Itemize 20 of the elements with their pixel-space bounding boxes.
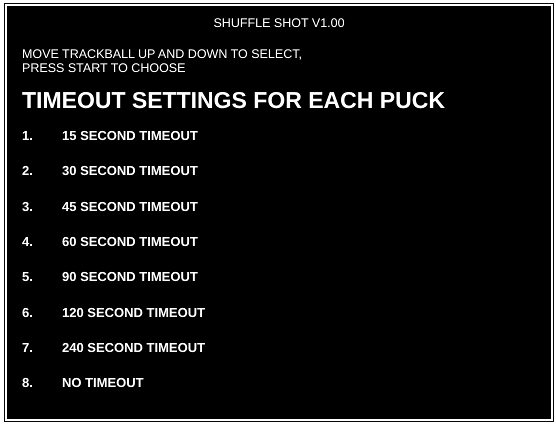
option-label[interactable]: 15 SECOND TIMEOUT <box>62 128 198 144</box>
option-label[interactable]: 90 SECOND TIMEOUT <box>62 269 198 284</box>
option-number: 1. <box>21 128 34 144</box>
option-number: 2. <box>21 163 34 178</box>
option-label[interactable]: 45 SECOND TIMEOUT <box>62 198 198 214</box>
instruction-text: MOVE TRACKBALL UP AND DOWN TO SELECT, <box>22 47 303 61</box>
instruction-text: PRESS START TO CHOOSE <box>22 61 186 75</box>
option-number: 6. <box>21 304 34 320</box>
heading: TIMEOUT SETTINGS FOR EACH PUCK <box>21 86 446 115</box>
screen-title: SHUFFLE SHOT V1.00 <box>212 16 346 32</box>
option-number: 5. <box>21 269 34 284</box>
option-number: 8. <box>21 375 34 390</box>
option-number: 4. <box>21 234 34 250</box>
option-label[interactable]: NO TIMEOUT <box>62 375 144 390</box>
option-label[interactable]: 120 SECOND TIMEOUT <box>62 304 206 320</box>
option-label[interactable]: 30 SECOND TIMEOUT <box>62 163 198 178</box>
option-label[interactable]: 240 SECOND TIMEOUT <box>62 340 206 355</box>
option-number: 3. <box>21 198 34 214</box>
option-label[interactable]: 60 SECOND TIMEOUT <box>62 234 198 250</box>
option-number: 7. <box>21 340 34 355</box>
